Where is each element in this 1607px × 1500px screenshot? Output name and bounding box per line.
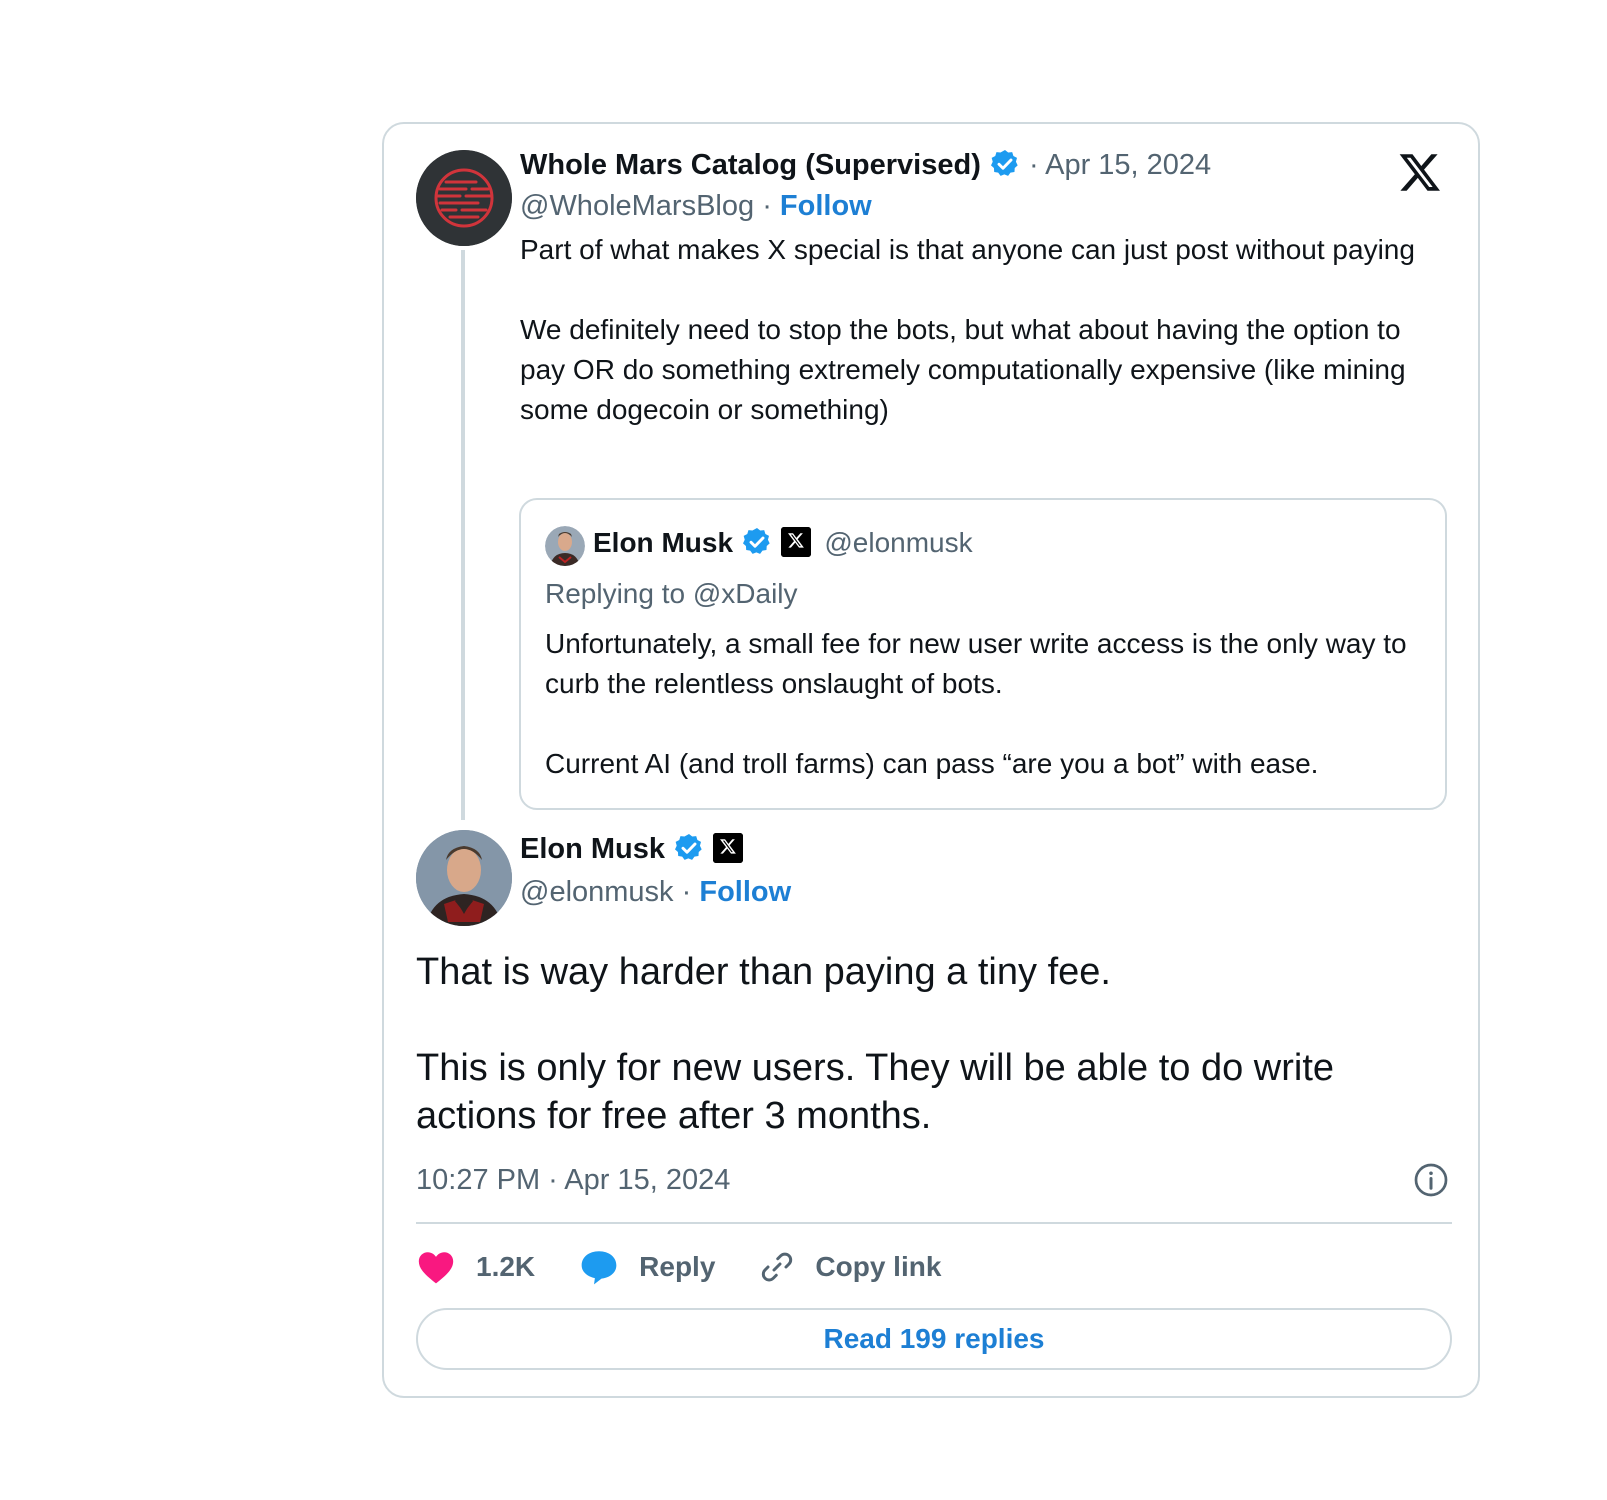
parent-date[interactable]: · Apr 15, 2024 — [1029, 149, 1211, 181]
parent-author-name[interactable]: Whole Mars Catalog (Supervised) — [520, 149, 981, 181]
main-handle-row: @elonmusk · Follow — [520, 876, 791, 909]
quoted-tweet[interactable]: Elon Musk @elonmusk Replying to @xDaily … — [519, 498, 1447, 810]
mars-avatar-graphic — [416, 150, 512, 246]
action-bar: 1.2K Reply Copy link — [416, 1242, 985, 1292]
quoted-header: Elon Musk @elonmusk — [593, 526, 973, 559]
info-icon[interactable] — [1413, 1162, 1449, 1198]
main-author-avatar[interactable] — [416, 830, 512, 926]
divider — [416, 1222, 1452, 1224]
separator-dot: · — [762, 190, 772, 222]
main-tweet-timestamp[interactable]: 10:27 PM · Apr 15, 2024 — [416, 1164, 730, 1197]
read-replies-label: Read 199 replies — [823, 1323, 1045, 1354]
parent-handle[interactable]: @WholeMarsBlog — [520, 190, 754, 222]
quoted-author-avatar — [545, 526, 585, 566]
main-header: Elon Musk — [520, 832, 744, 866]
copy-link-button[interactable]: Copy link — [759, 1249, 941, 1285]
quoted-tweet-text: Unfortunately, a small fee for new user … — [545, 628, 1407, 779]
embedded-tweet-card: Whole Mars Catalog (Supervised) · Apr 15… — [382, 122, 1480, 1398]
thread-connector-line — [461, 250, 465, 820]
like-count: 1.2K — [476, 1251, 536, 1282]
main-tweet-text: That is way harder than paying a tiny fe… — [416, 951, 1335, 1137]
main-handle[interactable]: @elonmusk — [520, 876, 674, 908]
reply-label: Reply — [639, 1251, 716, 1282]
parent-author-avatar[interactable] — [416, 150, 512, 246]
elon-avatar-graphic — [416, 830, 512, 926]
parent-tweet-text: Part of what makes X special is that any… — [520, 234, 1415, 425]
heart-icon — [418, 1252, 454, 1284]
verified-icon — [742, 528, 770, 554]
x-logo-icon[interactable] — [1397, 150, 1443, 194]
copy-link-label: Copy link — [815, 1251, 942, 1282]
parent-header: Whole Mars Catalog (Supervised) · Apr 15… — [520, 148, 1211, 182]
parent-handle-row: @WholeMarsBlog · Follow — [520, 190, 872, 223]
reply-button[interactable]: Reply — [579, 1248, 715, 1286]
link-icon — [762, 1252, 793, 1282]
read-replies-button[interactable]: Read 199 replies — [416, 1308, 1452, 1370]
parent-follow-link[interactable]: Follow — [780, 190, 872, 222]
x-badge-icon — [713, 833, 744, 863]
main-follow-link[interactable]: Follow — [699, 876, 791, 908]
replying-to-label: Replying to @xDaily — [545, 578, 798, 609]
verified-icon — [675, 834, 702, 860]
verified-icon — [990, 150, 1018, 176]
reply-bubble-icon — [581, 1251, 617, 1285]
like-button[interactable]: 1.2K — [416, 1249, 535, 1285]
main-author-name[interactable]: Elon Musk — [520, 833, 665, 865]
quoted-author-name: Elon Musk — [593, 527, 734, 558]
quoted-handle: @elonmusk — [824, 527, 973, 558]
separator-dot: · — [681, 876, 692, 908]
x-badge-icon — [780, 527, 811, 557]
